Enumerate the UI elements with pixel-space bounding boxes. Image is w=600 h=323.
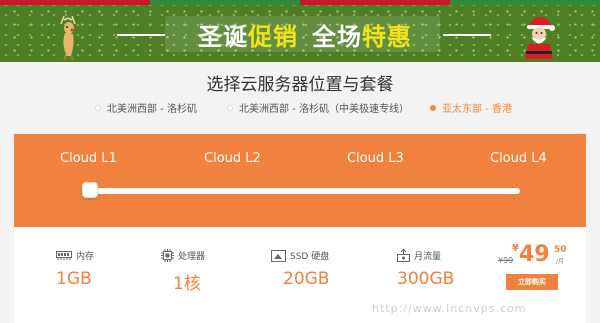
original-price: ¥99 [498, 256, 514, 265]
banner-title-text: 全场 [312, 22, 362, 51]
watermark: http://www.lncnvps.com [372, 302, 527, 315]
banner-top-stripe [0, 0, 600, 5]
spec-label: 内存 [76, 252, 95, 262]
region-option-la[interactable]: 北美洲西部 - 洛杉矶 [95, 100, 197, 115]
region-option-la-cn2[interactable]: 北美洲西部 - 洛杉矶（中美极速专线） [227, 100, 409, 115]
region-option-hk[interactable]: 亚太东部 - 香港 [430, 100, 512, 115]
radio-dot [95, 104, 101, 111]
spec-value: 20GB [283, 269, 330, 289]
price-cents: 50 [554, 245, 567, 255]
plan-selector-panel: Cloud L1 Cloud L2 Cloud L3 Cloud L4 [14, 134, 586, 227]
memory-icon [56, 251, 72, 260]
buy-now-button[interactable]: 立即购买 [506, 274, 558, 290]
santa-icon [525, 16, 555, 59]
price-block: ¥99 ¥49 50 /月 [490, 243, 580, 271]
plan-option-l2[interactable]: Cloud L2 [204, 151, 261, 166]
radio-dot [227, 104, 233, 111]
plan-option-l3[interactable]: Cloud L3 [347, 151, 404, 166]
spec-cpu: 处理器 1核 [161, 249, 261, 294]
page: 圣诞 促销 全场 特惠 选择云服务器位置与套餐 北美洲西部 - 洛杉矶 北美洲西 [0, 0, 600, 323]
region-label: 北美洲西部 - 洛杉矶 [107, 104, 197, 115]
banner-title: 圣诞 促销 全场 特惠 [170, 17, 440, 51]
region-label: 北美洲西部 - 洛杉矶（中美极速专线） [239, 104, 409, 115]
banner-title-highlight: 促销 [248, 22, 298, 51]
plan-slider-handle[interactable] [82, 182, 98, 198]
banner-title-highlight: 特惠 [362, 22, 412, 51]
reindeer-icon [60, 15, 76, 60]
spec-label: SSD 硬盘 [290, 252, 330, 262]
region-label: 亚太东部 - 香港 [442, 104, 512, 115]
spec-value: 1GB [56, 269, 92, 289]
banner-title-text: 圣诞 [198, 22, 248, 51]
spec-memory: 内存 1GB [56, 249, 156, 289]
current-price: ¥49 [512, 243, 550, 267]
cpu-icon [161, 249, 174, 262]
spec-ssd: SSD 硬盘 20GB [271, 249, 371, 289]
plan-slider-track[interactable] [90, 188, 520, 194]
plan-option-l4[interactable]: Cloud L4 [490, 151, 547, 166]
spec-value: 1核 [173, 274, 201, 294]
spec-label: 处理器 [178, 252, 206, 262]
spec-value: 300GB [397, 269, 455, 289]
ssd-icon [271, 249, 286, 262]
price-integer: 49 [518, 242, 550, 267]
promo-banner[interactable]: 圣诞 促销 全场 特惠 [0, 0, 600, 62]
traffic-icon [397, 249, 410, 262]
region-selector: 北美洲西部 - 洛杉矶 北美洲西部 - 洛杉矶（中美极速专线） 亚太东部 - 香… [0, 100, 600, 116]
page-title: 选择云服务器位置与套餐 [206, 75, 394, 95]
banner-right-line [443, 34, 491, 36]
plan-option-l1[interactable]: Cloud L1 [60, 151, 117, 166]
currency-symbol: ¥ [512, 243, 519, 254]
banner-left-line [117, 34, 165, 36]
spec-traffic: 月流量 300GB [397, 249, 497, 289]
radio-dot [430, 104, 436, 111]
spec-label: 月流量 [414, 252, 442, 262]
price-unit: /月 [556, 258, 565, 265]
